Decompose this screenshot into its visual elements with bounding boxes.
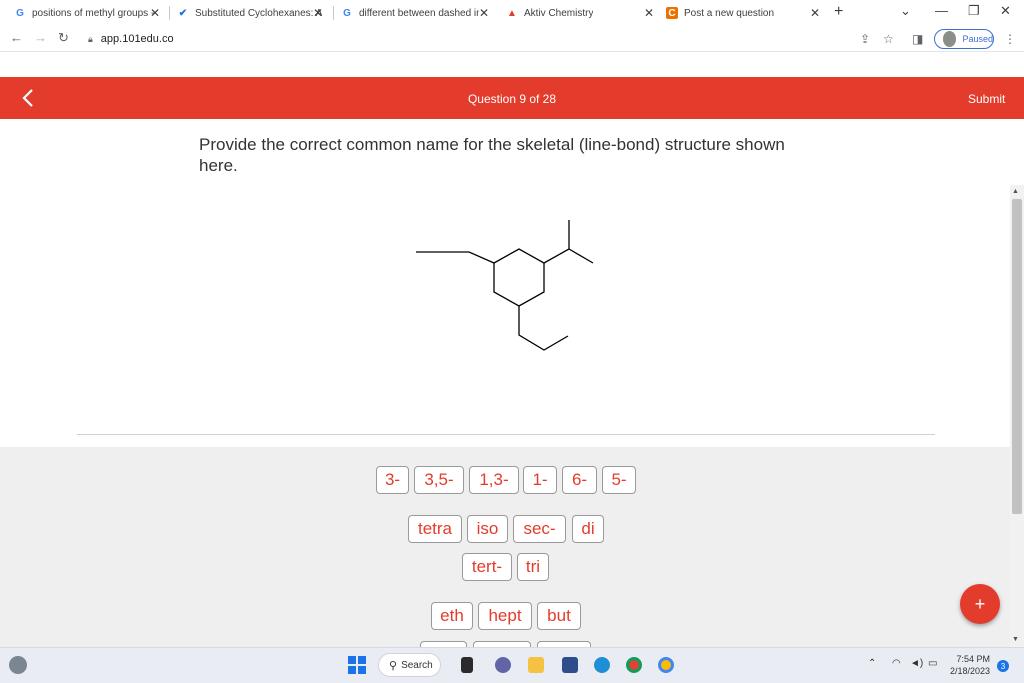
- weather-widget-icon[interactable]: [9, 656, 27, 674]
- close-tab-icon[interactable]: ✕: [313, 6, 323, 20]
- address-bar-row: ← → ↻ 🔒︎ app.101edu.co ⇪ ☆ ◨ Paused ⋮: [0, 26, 1024, 52]
- more-menu-icon[interactable]: ⋮: [1004, 32, 1016, 46]
- answer-tile[interactable]: tetra: [408, 515, 462, 543]
- store-icon[interactable]: [562, 657, 578, 673]
- volume-icon[interactable]: ◄): [910, 658, 923, 669]
- url-bar[interactable]: 🔒︎ app.101edu.co: [82, 29, 902, 49]
- edge-icon[interactable]: [594, 657, 610, 673]
- answer-tile[interactable]: 6-: [562, 466, 597, 494]
- chrome-profile-icon[interactable]: [658, 657, 674, 673]
- answer-tile[interactable]: sec-: [513, 515, 566, 543]
- question-prompt: Provide the correct common name for the …: [199, 135, 785, 175]
- chegg-icon: C: [666, 7, 678, 19]
- google-icon: G: [16, 7, 24, 19]
- file-explorer-icon[interactable]: [528, 657, 544, 673]
- clock-time: 7:54 PM: [956, 654, 991, 664]
- chat-icon[interactable]: [495, 657, 511, 673]
- answer-tile[interactable]: 1-: [523, 466, 557, 494]
- task-view-icon[interactable]: [461, 657, 473, 673]
- aktiv-icon: ▲: [507, 7, 517, 19]
- profile-button[interactable]: Paused: [934, 29, 994, 49]
- clock-date: 2/18/2023: [950, 666, 991, 676]
- battery-icon[interactable]: ▭: [928, 658, 937, 669]
- lock-icon: 🔒︎: [88, 33, 93, 44]
- new-tab-button[interactable]: +: [834, 3, 843, 21]
- restore-icon[interactable]: ❐: [968, 3, 980, 19]
- url-text: app.101edu.co: [100, 33, 174, 45]
- close-window-icon[interactable]: ✕: [1000, 3, 1011, 19]
- browser-tab-strip: G positions of methyl groups - ✕ ✔ Subst…: [0, 0, 1024, 26]
- app-header: Question 9 of 28 Submit: [0, 77, 1024, 119]
- check-icon: ✔: [178, 7, 188, 19]
- submit-button[interactable]: Submit: [968, 92, 1005, 106]
- share-icon[interactable]: ⇪: [860, 32, 870, 46]
- answer-tile[interactable]: tert-: [462, 553, 512, 581]
- chrome-icon[interactable]: [626, 657, 642, 673]
- add-fab-button[interactable]: +: [960, 584, 1000, 624]
- tab-title: Aktiv Chemistry: [524, 7, 594, 19]
- search-label: Search: [401, 659, 433, 671]
- minimize-icon[interactable]: —: [935, 3, 948, 18]
- content-divider: [77, 434, 935, 435]
- profile-status: Paused: [962, 34, 993, 44]
- tab-title: positions of methyl groups -: [32, 7, 155, 19]
- answer-tile[interactable]: 1,3-: [469, 466, 519, 494]
- tab-title: Post a new question: [684, 7, 775, 19]
- skeletal-structure-image: [416, 220, 594, 351]
- back-arrow-icon[interactable]: ←: [10, 30, 23, 45]
- answer-tile[interactable]: hept: [478, 602, 532, 630]
- answer-tile[interactable]: but: [537, 602, 581, 630]
- answer-tile[interactable]: 3,5-: [414, 466, 464, 494]
- reload-icon[interactable]: ↻: [58, 30, 69, 46]
- close-tab-icon[interactable]: ✕: [644, 6, 654, 20]
- tab-search-icon[interactable]: ⌄: [900, 3, 911, 19]
- windows-start-icon[interactable]: [348, 656, 366, 674]
- forward-arrow-icon[interactable]: →: [34, 30, 47, 45]
- close-tab-icon[interactable]: ✕: [479, 6, 489, 20]
- answer-tile[interactable]: tri: [517, 553, 549, 581]
- side-panel-icon[interactable]: ◨: [912, 32, 923, 46]
- scroll-down-icon[interactable]: ▼: [1012, 636, 1019, 643]
- scrollbar-thumb[interactable]: [1012, 199, 1022, 514]
- tray-chevron-icon[interactable]: ⌃: [868, 658, 876, 669]
- browser-tab-1[interactable]: G positions of methyl groups - ✕: [14, 2, 166, 24]
- close-tab-icon[interactable]: ✕: [810, 6, 820, 20]
- answer-tile[interactable]: 3-: [376, 466, 409, 494]
- answer-tile[interactable]: iso: [467, 515, 508, 543]
- search-icon: ⚲: [389, 659, 398, 672]
- answer-tile[interactable]: 5-: [602, 466, 636, 494]
- google-icon: G: [343, 7, 351, 19]
- taskbar-search[interactable]: ⚲ Search: [378, 653, 441, 677]
- wifi-icon[interactable]: ◠: [892, 658, 901, 669]
- avatar: [943, 31, 957, 47]
- browser-tab-3[interactable]: G different between dashed ine ✕: [341, 2, 495, 24]
- answer-tile[interactable]: eth: [431, 602, 473, 630]
- bookmark-star-icon[interactable]: ☆: [883, 32, 894, 46]
- scroll-up-icon[interactable]: ▲: [1012, 188, 1019, 195]
- notification-badge[interactable]: 3: [997, 660, 1009, 672]
- close-tab-icon[interactable]: ✕: [150, 6, 160, 20]
- tab-title: different between dashed ine: [359, 7, 479, 19]
- tab-title: Substituted Cyclohexanes: A: [195, 7, 323, 19]
- answer-tile[interactable]: di: [572, 515, 604, 543]
- browser-tab-4-active[interactable]: ▲ Aktiv Chemistry ✕: [500, 2, 660, 24]
- browser-tab-5[interactable]: C Post a new question ✕: [666, 2, 826, 24]
- os-taskbar: ⚲ Search ⌃ ◠ ◄) ▭ 7:54 PM 2/18/2023 3: [0, 647, 1024, 683]
- question-counter: Question 9 of 28: [467, 92, 557, 106]
- taskbar-clock[interactable]: 7:54 PM 2/18/2023: [950, 653, 990, 677]
- browser-tab-2[interactable]: ✔ Substituted Cyclohexanes: A ✕: [177, 2, 329, 24]
